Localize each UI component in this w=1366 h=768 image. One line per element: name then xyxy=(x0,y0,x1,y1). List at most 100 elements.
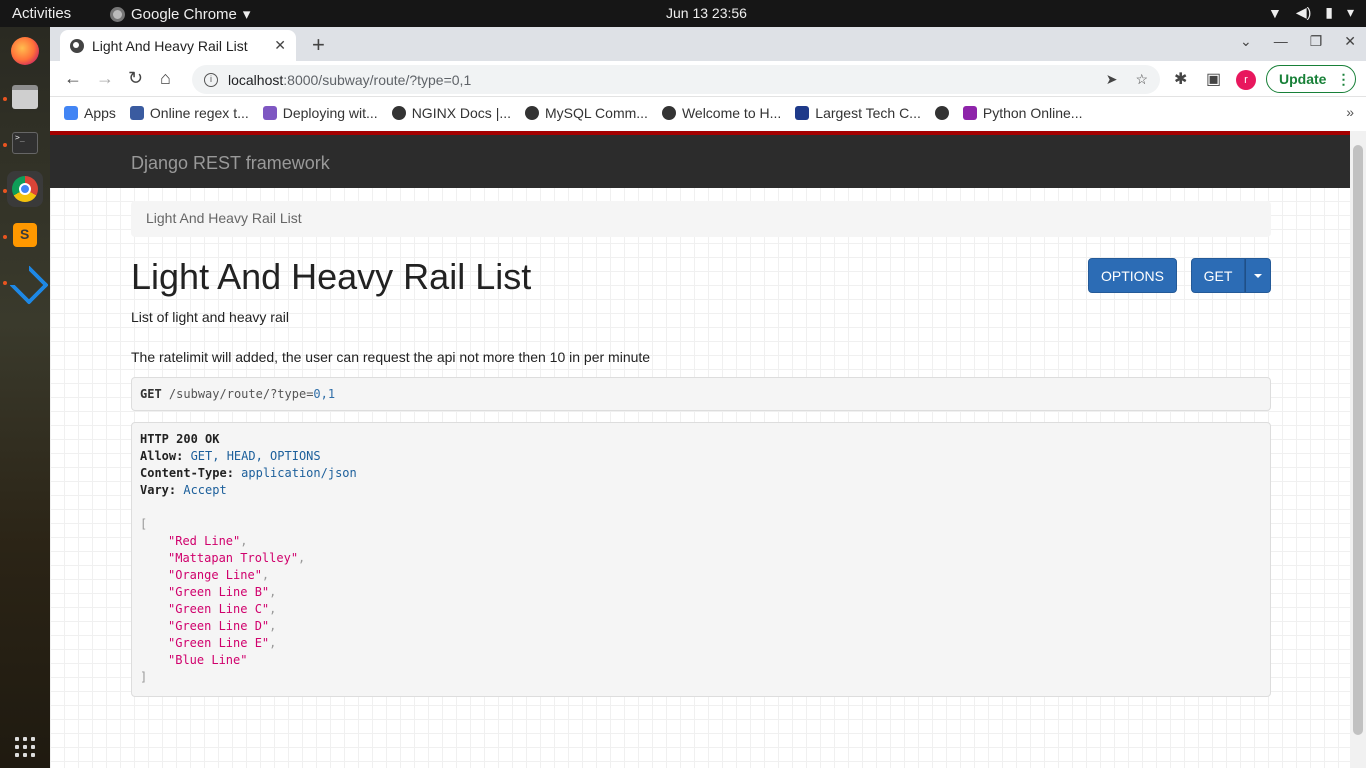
page-content: Django REST framework Light And Heavy Ra… xyxy=(50,131,1350,768)
json-item: "Green Line C", xyxy=(168,602,277,616)
favicon-icon xyxy=(962,105,977,120)
dock-sublime[interactable] xyxy=(7,217,43,253)
url-host: localhost xyxy=(228,71,284,88)
chrome-icon xyxy=(12,176,38,202)
bookmark-item[interactable]: MySQL Comm... xyxy=(525,105,648,121)
json-string: "Green Line E" xyxy=(168,636,270,650)
firefox-icon xyxy=(11,37,39,65)
scrollbar-thumb[interactable] xyxy=(1353,145,1363,735)
json-string: "Blue Line" xyxy=(168,653,248,667)
minimize-icon[interactable]: — xyxy=(1274,33,1288,50)
json-item: "Red Line", xyxy=(168,534,248,548)
system-tray[interactable]: ▼ ◀) ▮ ▾ xyxy=(1268,4,1354,21)
files-icon xyxy=(12,85,38,109)
bookmark-item[interactable]: NGINX Docs |... xyxy=(391,104,512,121)
header-key: Allow: xyxy=(140,449,191,463)
json-item: "Green Line B", xyxy=(168,585,277,599)
caret-down-icon xyxy=(1254,273,1262,278)
restore-icon[interactable]: ❐ xyxy=(1310,33,1323,50)
response-status: HTTP 200 OK xyxy=(140,432,220,446)
chrome-window: Light And Heavy Rail List ✕ + ⌄ — ❐ ✕ ← … xyxy=(50,27,1366,768)
reload-icon[interactable]: ↻ xyxy=(128,68,143,89)
dock-terminal[interactable]: >_ xyxy=(7,125,43,161)
new-tab-button[interactable]: + xyxy=(312,32,325,58)
brand-link[interactable]: Django REST framework xyxy=(131,153,330,174)
bookmark-item[interactable]: Apps xyxy=(64,105,116,121)
more-bookmarks-icon[interactable]: » xyxy=(1346,104,1354,120)
breadcrumb-item[interactable]: Light And Heavy Rail List xyxy=(146,210,302,226)
breadcrumb: Light And Heavy Rail List xyxy=(131,201,1271,237)
json-close-bracket: ] xyxy=(140,670,148,684)
browser-toolbar: ← → ↻ ⌂ i localhost:8000/subway/route/?t… xyxy=(50,61,1366,97)
send-icon[interactable]: ➤ xyxy=(1106,71,1118,88)
dock-files[interactable] xyxy=(7,79,43,115)
close-icon[interactable]: ✕ xyxy=(274,37,286,54)
json-item: "Orange Line", xyxy=(168,568,270,582)
favicon-icon xyxy=(129,105,144,120)
app-menu-label: Google Chrome xyxy=(131,5,237,23)
bookmark-label: Online regex t... xyxy=(149,104,249,121)
options-button[interactable]: OPTIONS xyxy=(1088,258,1177,293)
bookmark-star-icon[interactable]: ☆ xyxy=(1135,71,1148,88)
bookmark-label: MySQL Comm... xyxy=(545,104,648,121)
bookmark-label: Deploying wit... xyxy=(282,104,378,121)
address-bar[interactable]: i localhost:8000/subway/route/?type=0,1 … xyxy=(192,65,1160,94)
response-header: Vary: Accept xyxy=(140,482,1262,499)
request-query-value: 0,1 xyxy=(313,387,336,401)
activities-button[interactable]: Activities xyxy=(12,5,71,22)
header-key: Content-Type: xyxy=(140,466,242,480)
json-string: "Green Line C" xyxy=(168,602,270,616)
request-info: GET /subway/route/?type=0,1 xyxy=(131,377,1271,411)
window-controls: ⌄ — ❐ ✕ xyxy=(1240,33,1356,50)
app-menu[interactable]: Google Chrome ▾ xyxy=(110,5,250,23)
request-method: GET xyxy=(140,387,162,401)
page-title: Light And Heavy Rail List xyxy=(131,256,532,297)
bookmark-item[interactable]: Deploying wit... xyxy=(262,104,378,121)
clock[interactable]: Jun 13 23:56 xyxy=(666,5,747,21)
bookmark-label: NGINX Docs |... xyxy=(411,104,512,121)
show-applications-icon[interactable] xyxy=(15,737,35,757)
tab-title: Light And Heavy Rail List xyxy=(92,37,248,54)
terminal-icon: >_ xyxy=(12,132,38,154)
header-key: Vary: xyxy=(140,483,184,497)
json-string: "Green Line B" xyxy=(168,585,270,599)
description-line-2: The ratelimit will added, the user can r… xyxy=(131,349,651,365)
volume-icon: ◀) xyxy=(1295,4,1312,20)
bookmark-label: Python Online... xyxy=(982,104,1083,121)
json-item: "Green Line D", xyxy=(168,619,277,633)
bookmark-item[interactable]: Largest Tech C... xyxy=(795,105,921,121)
favicon-icon xyxy=(391,105,406,120)
home-icon[interactable]: ⌂ xyxy=(160,68,171,89)
sublime-text-icon xyxy=(13,223,37,247)
json-string: "Red Line" xyxy=(168,534,241,548)
description-line-1: List of light and heavy rail xyxy=(131,309,289,325)
info-icon[interactable]: i xyxy=(204,72,218,87)
dock-chrome[interactable] xyxy=(7,171,43,207)
bookmark-item[interactable]: Online regex t... xyxy=(129,104,249,121)
request-path: /subway/route/?type=0,1 xyxy=(168,387,336,401)
tab-active[interactable]: Light And Heavy Rail List ✕ xyxy=(60,30,296,61)
bookmark-item[interactable] xyxy=(934,105,949,120)
response-header: Allow: GET, HEAD, OPTIONS xyxy=(140,448,1262,465)
kebab-menu-icon: ⋮ xyxy=(1336,70,1351,87)
json-string: "Green Line D" xyxy=(168,619,270,633)
forward-icon[interactable]: → xyxy=(96,68,114,89)
update-label: Update xyxy=(1279,71,1327,87)
dock-vscode[interactable] xyxy=(7,263,43,299)
response-headers: Allow: GET, HEAD, OPTIONS Content-Type: a… xyxy=(140,448,1262,499)
page-scrollbar[interactable] xyxy=(1350,131,1366,768)
vscode-icon xyxy=(13,269,37,293)
profile-avatar[interactable]: r xyxy=(1236,70,1256,90)
tab-search-icon[interactable]: ⌄ xyxy=(1240,33,1252,50)
response-header: Content-Type: application/json xyxy=(140,465,1262,482)
side-panel-icon[interactable]: ▣ xyxy=(1206,69,1221,89)
bookmark-item[interactable]: Welcome to H... xyxy=(661,105,781,121)
dock-firefox[interactable] xyxy=(7,33,43,69)
bookmark-item[interactable]: Python Online... xyxy=(962,104,1083,121)
get-format-dropdown[interactable] xyxy=(1245,258,1271,293)
get-button[interactable]: GET xyxy=(1191,258,1245,293)
extensions-puzzle-icon[interactable]: ✱ xyxy=(1174,69,1187,89)
update-button[interactable]: Update ⋮ xyxy=(1266,65,1356,93)
back-icon[interactable]: ← xyxy=(64,68,82,89)
close-window-icon[interactable]: ✕ xyxy=(1344,33,1356,50)
